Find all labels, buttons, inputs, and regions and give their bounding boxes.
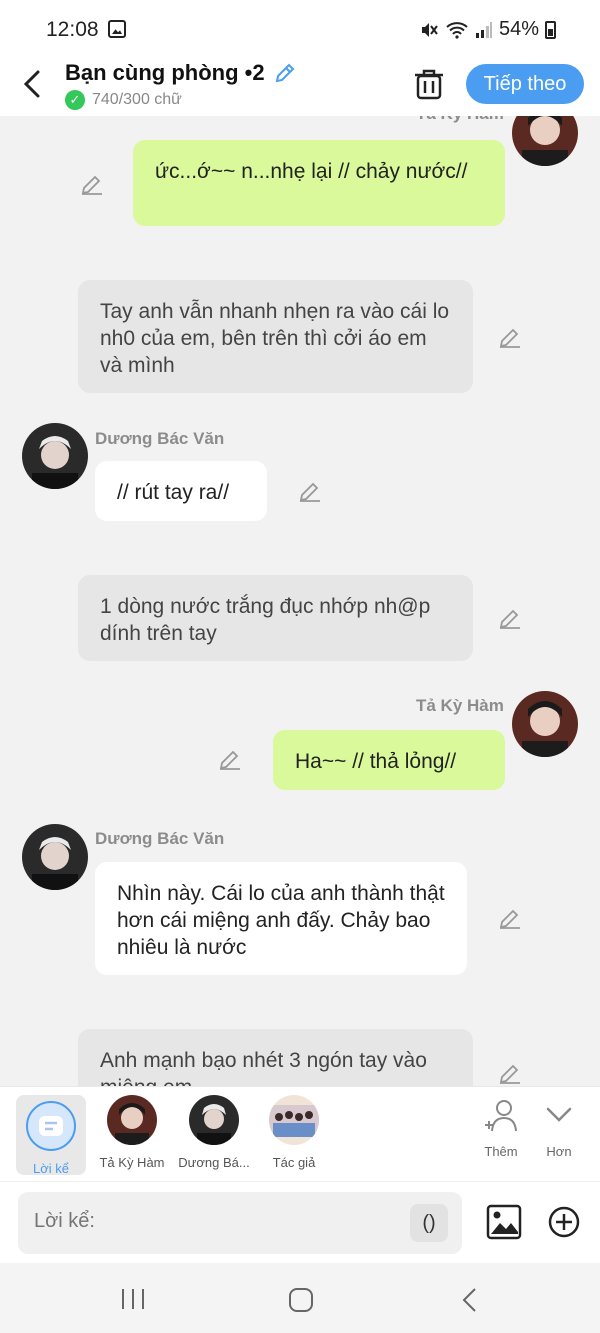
avatar (189, 1095, 239, 1145)
edit-message-icon[interactable] (298, 479, 322, 503)
chevron-down-icon (546, 1107, 572, 1122)
character-narration[interactable]: Lời kể (16, 1095, 86, 1176)
signal-icon (475, 21, 492, 38)
avatar-duong-bac-van[interactable] (22, 423, 88, 489)
message-bubble[interactable]: Ha~~ // thả lỏng// (273, 730, 505, 790)
avatar-duong-bac-van[interactable] (22, 824, 88, 890)
trash-icon (415, 69, 443, 100)
edit-message-icon[interactable] (218, 747, 242, 771)
character-label: Dương Bá... (178, 1155, 250, 1170)
sender-name: Dương Bác Văn (95, 829, 225, 848)
sender-name: Tả Kỳ Hàm (416, 116, 504, 124)
chevron-left-icon (23, 70, 40, 98)
narration-bubble[interactable]: Tay anh vẫn nhanh nhẹn ra vào cái lo nh0… (78, 280, 473, 393)
character-label: Lời kể (33, 1161, 69, 1176)
edit-title-icon[interactable] (273, 61, 297, 85)
mute-icon (421, 22, 438, 37)
add-icon[interactable] (547, 1205, 581, 1239)
more-button[interactable]: Hơn (534, 1099, 584, 1159)
image-icon[interactable] (486, 1204, 522, 1240)
character-label: Tả Kỳ Hàm (99, 1155, 165, 1170)
check-icon: ✓ (65, 90, 85, 110)
word-count: ✓ 740/300 chữ (65, 90, 182, 110)
message-bubble[interactable]: // rút tay ra// (95, 461, 267, 521)
story-header: Bạn cùng phòng •2 ✓ 740/300 chữ Tiếp the… (0, 58, 600, 116)
edit-message-icon[interactable] (80, 172, 104, 196)
edit-message-icon[interactable] (498, 325, 522, 349)
sender-name: Tả Kỳ Hàm (416, 696, 504, 715)
character-label: Tác giả (272, 1155, 316, 1170)
avatar (269, 1095, 319, 1145)
composer: () (0, 1181, 600, 1263)
more-label: Hơn (546, 1144, 572, 1159)
edit-message-icon[interactable] (498, 906, 522, 930)
delete-button[interactable] (414, 68, 444, 105)
status-time: 12:08 (46, 18, 99, 41)
back-button[interactable] (20, 66, 44, 108)
edit-message-icon[interactable] (498, 606, 522, 630)
narration-icon (26, 1101, 76, 1151)
avatar-ta-ky-ham[interactable] (512, 691, 578, 757)
system-nav-bar (0, 1263, 600, 1333)
character-duong-bac-van[interactable]: Dương Bá... (176, 1095, 252, 1170)
battery-percent: 54% (498, 18, 539, 40)
narration-bubble[interactable]: 1 dòng nước trắng đục nhớp nh@p dính trê… (78, 575, 473, 661)
avatar-ta-ky-ham[interactable] (512, 116, 578, 166)
character-ta-ky-ham[interactable]: Tả Kỳ Hàm (96, 1095, 168, 1170)
narration-input[interactable] (34, 1210, 394, 1233)
status-bar: 12:08 54% (0, 0, 600, 58)
back-nav-icon[interactable] (460, 1287, 480, 1313)
edit-message-icon[interactable] (498, 1061, 522, 1085)
recent-apps-icon[interactable] (120, 1287, 146, 1311)
narration-input-wrapper[interactable]: () (18, 1192, 462, 1254)
next-button[interactable]: Tiếp theo (466, 64, 584, 104)
gallery-notification-icon (108, 20, 126, 38)
message-bubble[interactable]: Nhìn này. Cái lo của anh thành thật hơn … (95, 862, 467, 975)
add-person-icon (485, 1100, 517, 1132)
home-icon[interactable] (288, 1287, 314, 1313)
character-author[interactable]: Tác giả (258, 1095, 330, 1170)
character-selector: Lời kể Tả Kỳ Hàm Dương Bá... Tác giả Thê… (0, 1086, 600, 1181)
narration-bubble[interactable]: Anh mạnh bạo nhét 3 ngón tay vào miệng e… (78, 1029, 473, 1086)
sender-name: Dương Bác Văn (95, 429, 225, 448)
add-label: Thêm (484, 1144, 518, 1159)
add-character-button[interactable]: Thêm (476, 1099, 526, 1159)
chat-area[interactable]: Tả Kỳ Hàm ức...ớ~~ n...nhẹ lại // chảy n… (0, 116, 600, 1086)
word-count-text: 740/300 chữ (92, 91, 182, 108)
story-title: Bạn cùng phòng •2 (65, 60, 265, 85)
message-bubble[interactable]: ức...ớ~~ n...nhẹ lại // chảy nước// (133, 140, 505, 226)
parenthesis-button[interactable]: () (410, 1204, 448, 1242)
wifi-icon (446, 21, 468, 39)
page-title[interactable]: Bạn cùng phòng •2 (65, 60, 297, 86)
battery-icon (545, 20, 556, 39)
avatar (107, 1095, 157, 1145)
